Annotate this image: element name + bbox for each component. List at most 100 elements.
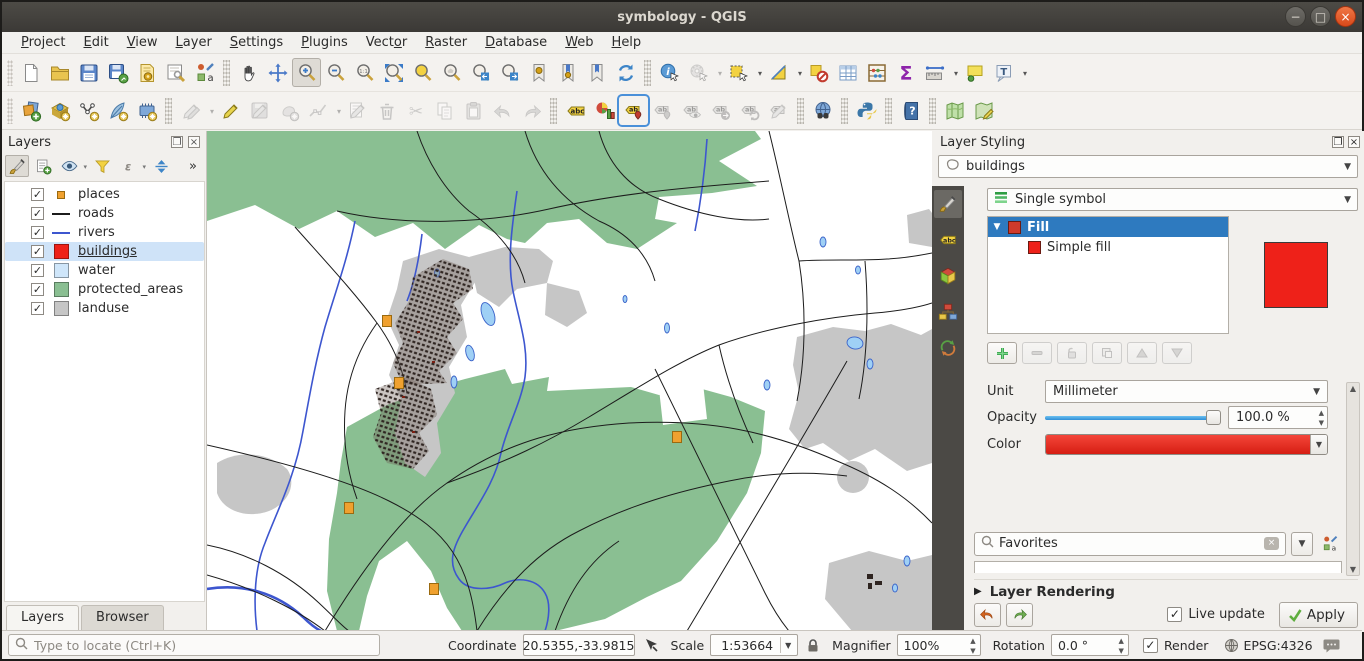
crs-value[interactable]: EPSG:4326 xyxy=(1243,638,1312,653)
new-geopackage-layer-button[interactable] xyxy=(45,96,74,125)
checkbox-checked-icon[interactable]: ✓ xyxy=(1167,607,1182,622)
manage-map-themes-button[interactable]: ▾ xyxy=(57,155,81,177)
chevron-down-icon[interactable]: ▼ xyxy=(1310,435,1327,454)
refresh-button[interactable] xyxy=(611,58,640,87)
panel-overflow-button[interactable]: » xyxy=(183,159,203,174)
layer-rendering-section[interactable]: ▶ Layer Rendering xyxy=(974,579,1358,599)
dropdown-arrow-icon[interactable]: ▾ xyxy=(718,69,722,78)
toolbar-handle[interactable] xyxy=(7,98,13,124)
toolbar-handle[interactable] xyxy=(7,60,13,86)
maximize-button[interactable]: □ xyxy=(1310,6,1331,27)
move-down-button[interactable] xyxy=(1162,342,1192,364)
style-filter-box[interactable]: × xyxy=(974,532,1286,556)
digitize-with-segment-button[interactable] xyxy=(274,96,303,125)
clear-filter-icon[interactable]: × xyxy=(1264,537,1279,550)
toggle-editing-button[interactable] xyxy=(216,96,245,125)
layer-labeling-options-button[interactable]: abc xyxy=(561,96,590,125)
rotation-spinbox[interactable]: 0.0 °▲▼ xyxy=(1051,634,1129,656)
map-tips-button[interactable] xyxy=(960,58,989,87)
expand-collapse-all-button[interactable] xyxy=(149,155,173,177)
layer-item-landuse[interactable]: ✓landuse xyxy=(5,299,204,318)
layer-visibility-checkbox[interactable]: ✓ xyxy=(31,207,44,220)
scroll-up-icon[interactable]: ▲ xyxy=(1347,384,1359,393)
messages-icon[interactable] xyxy=(1323,638,1340,653)
redo-button[interactable] xyxy=(517,96,546,125)
style-filter-input[interactable] xyxy=(999,536,1259,551)
save-layer-edits-button[interactable] xyxy=(245,96,274,125)
layer-visibility-checkbox[interactable]: ✓ xyxy=(31,302,44,315)
show-spatial-bookmarks-button[interactable] xyxy=(553,58,582,87)
menu-edit[interactable]: Edit xyxy=(75,33,118,52)
duplicate-symbol-layer-button[interactable] xyxy=(1092,342,1122,364)
renderer-select[interactable]: Single symbol ▼ xyxy=(987,188,1358,211)
zoom-to-selection-button[interactable] xyxy=(408,58,437,87)
zoom-in-button[interactable] xyxy=(292,58,321,87)
layer-visibility-checkbox[interactable]: ✓ xyxy=(31,264,44,277)
new-spatial-bookmark-button[interactable] xyxy=(524,58,553,87)
new-virtual-layer-button[interactable] xyxy=(132,96,161,125)
layer-item-protected_areas[interactable]: ✓protected_areas xyxy=(5,280,204,299)
color-button[interactable]: ▼ xyxy=(1045,434,1328,455)
styling-tab-history[interactable] xyxy=(934,334,962,362)
osm-search-button[interactable] xyxy=(969,96,998,125)
zoom-to-layer-button[interactable] xyxy=(437,58,466,87)
magnifier-spinbox[interactable]: 100%▲▼ xyxy=(897,634,981,656)
redo-style-button[interactable] xyxy=(1006,603,1033,627)
symbol-node-fill[interactable]: ▼ Fill xyxy=(988,217,1228,237)
copy-features-button[interactable] xyxy=(430,96,459,125)
help-contents-button[interactable]: ? xyxy=(896,96,925,125)
select-features-button[interactable]: ▾ xyxy=(724,58,753,87)
cut-features-button[interactable]: ✂ xyxy=(401,96,430,125)
layer-item-water[interactable]: ✓water xyxy=(5,261,204,280)
zoom-last-button[interactable] xyxy=(466,58,495,87)
opacity-spinbox[interactable]: 100.0 % ▲▼ xyxy=(1228,406,1328,429)
open-project-button[interactable] xyxy=(45,58,74,87)
open-layer-styling-button[interactable] xyxy=(5,155,29,177)
run-feature-action-button[interactable]: ▾ xyxy=(684,58,713,87)
style-filter-dropdown[interactable]: ▼ xyxy=(1291,532,1313,556)
open-attribute-table-button[interactable] xyxy=(833,58,862,87)
new-spatialite-layer-button[interactable] xyxy=(103,96,132,125)
dropdown-arrow-icon[interactable]: ▾ xyxy=(142,163,146,171)
styling-layer-select[interactable]: buildings ▼ xyxy=(938,155,1358,178)
metasearch-button[interactable] xyxy=(808,96,837,125)
chevron-down-icon[interactable]: ▼ xyxy=(780,637,795,653)
quickmapservices-button[interactable] xyxy=(940,96,969,125)
title-bar[interactable]: symbology - QGIS − □ × xyxy=(2,2,1362,32)
zoom-native-button[interactable]: 1:1 xyxy=(350,58,379,87)
new-shapefile-layer-button[interactable] xyxy=(74,96,103,125)
pan-to-selection-button[interactable] xyxy=(263,58,292,87)
text-annotation-button[interactable]: T▾ xyxy=(989,58,1018,87)
measure-line-button[interactable]: ▾ xyxy=(920,58,949,87)
map-canvas[interactable] xyxy=(207,131,932,632)
identify-features-button[interactable]: i xyxy=(655,58,684,87)
menu-plugins[interactable]: Plugins xyxy=(292,33,357,52)
close-panel-icon[interactable]: × xyxy=(188,136,200,148)
show-bookmark-manager-button[interactable] xyxy=(582,58,611,87)
add-group-button[interactable] xyxy=(31,155,55,177)
menu-layer[interactable]: Layer xyxy=(167,33,221,52)
spin-arrows-icon[interactable]: ▲▼ xyxy=(970,635,975,656)
render-checkbox[interactable]: ✓ Render xyxy=(1143,638,1209,653)
coordinate-value-box[interactable]: 20.5355,-33.9815 xyxy=(523,634,635,656)
select-by-expression-button[interactable]: ▾ xyxy=(764,58,793,87)
panel-scrollbar[interactable]: ▲ ▼ xyxy=(1346,382,1360,576)
new-print-layout-button[interactable] xyxy=(132,58,161,87)
new-project-button[interactable] xyxy=(16,58,45,87)
live-update-checkbox[interactable]: ✓ Live update xyxy=(1167,607,1264,622)
paste-features-button[interactable] xyxy=(459,96,488,125)
opacity-slider[interactable] xyxy=(1045,406,1220,429)
add-symbol-layer-button[interactable] xyxy=(987,342,1017,364)
float-panel-icon[interactable]: ❐ xyxy=(1332,136,1344,148)
delete-selected-button[interactable] xyxy=(372,96,401,125)
style-manager-icon[interactable]: a xyxy=(1318,533,1342,555)
symbol-node-simple-fill[interactable]: Simple fill xyxy=(988,237,1228,257)
lock-colors-button[interactable] xyxy=(1057,342,1087,364)
crs-globe-icon[interactable] xyxy=(1224,638,1239,653)
expand-triangle-icon[interactable]: ▼ xyxy=(992,222,1002,232)
scroll-down-icon[interactable]: ▼ xyxy=(1347,565,1359,574)
rotate-label-button[interactable]: ab xyxy=(735,96,764,125)
python-console-button[interactable] xyxy=(852,96,881,125)
layer-item-places[interactable]: ✓places xyxy=(5,185,204,204)
save-project-as-button[interactable] xyxy=(103,58,132,87)
